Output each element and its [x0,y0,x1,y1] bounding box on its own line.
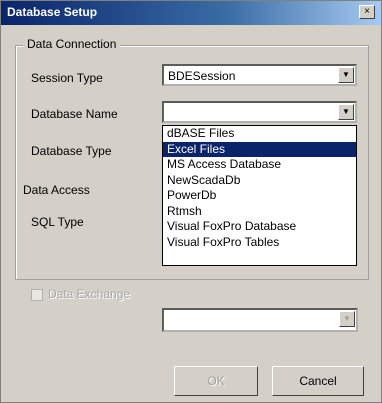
database-setup-dialog: Database Setup × Data Connection Session… [0,0,382,403]
database-name-select[interactable]: ▼ [162,101,357,123]
database-name-dropdown-list[interactable]: dBASE Files Excel Files MS Access Database… [162,125,357,266]
dropdown-option[interactable]: PowerDb [163,188,356,204]
title-bar: Database Setup × [1,1,381,25]
sql-type-label: SQL Type [31,215,84,229]
database-type-label: Database Type [31,144,112,158]
data-exchange-checkbox[interactable] [31,289,43,301]
dropdown-option[interactable]: Excel Files [163,141,356,157]
dropdown-option[interactable]: Rtmsh [163,204,356,220]
session-type-select[interactable]: BDESession ▼ [162,64,357,86]
dropdown-option[interactable]: MS Access Database [163,157,356,173]
dropdown-option[interactable]: Visual FoxPro Database [163,219,356,235]
group-title: Data Connection [23,37,121,51]
database-name-label: Database Name [31,107,118,121]
data-exchange-label: Data Exchange [48,287,131,301]
cancel-button[interactable]: Cancel [272,366,364,396]
session-type-label: Session Type [31,71,103,85]
session-type-value: BDESession [168,69,236,83]
chevron-down-icon[interactable]: ▼ [338,104,354,120]
dropdown-option[interactable]: Visual FoxPro Tables [163,235,356,251]
data-access-label: Data Access [23,183,90,197]
dropdown-option[interactable]: dBASE Files [163,126,356,142]
dropdown-option[interactable]: NewScadaDb [163,173,356,189]
close-icon[interactable]: × [359,5,375,19]
ok-button[interactable]: OK [174,366,258,396]
lower-combo-select[interactable]: ▼ [162,308,358,332]
window-title: Database Setup [7,5,98,19]
chevron-down-icon[interactable]: ▼ [338,67,354,83]
chevron-down-icon[interactable]: ▼ [339,311,355,327]
